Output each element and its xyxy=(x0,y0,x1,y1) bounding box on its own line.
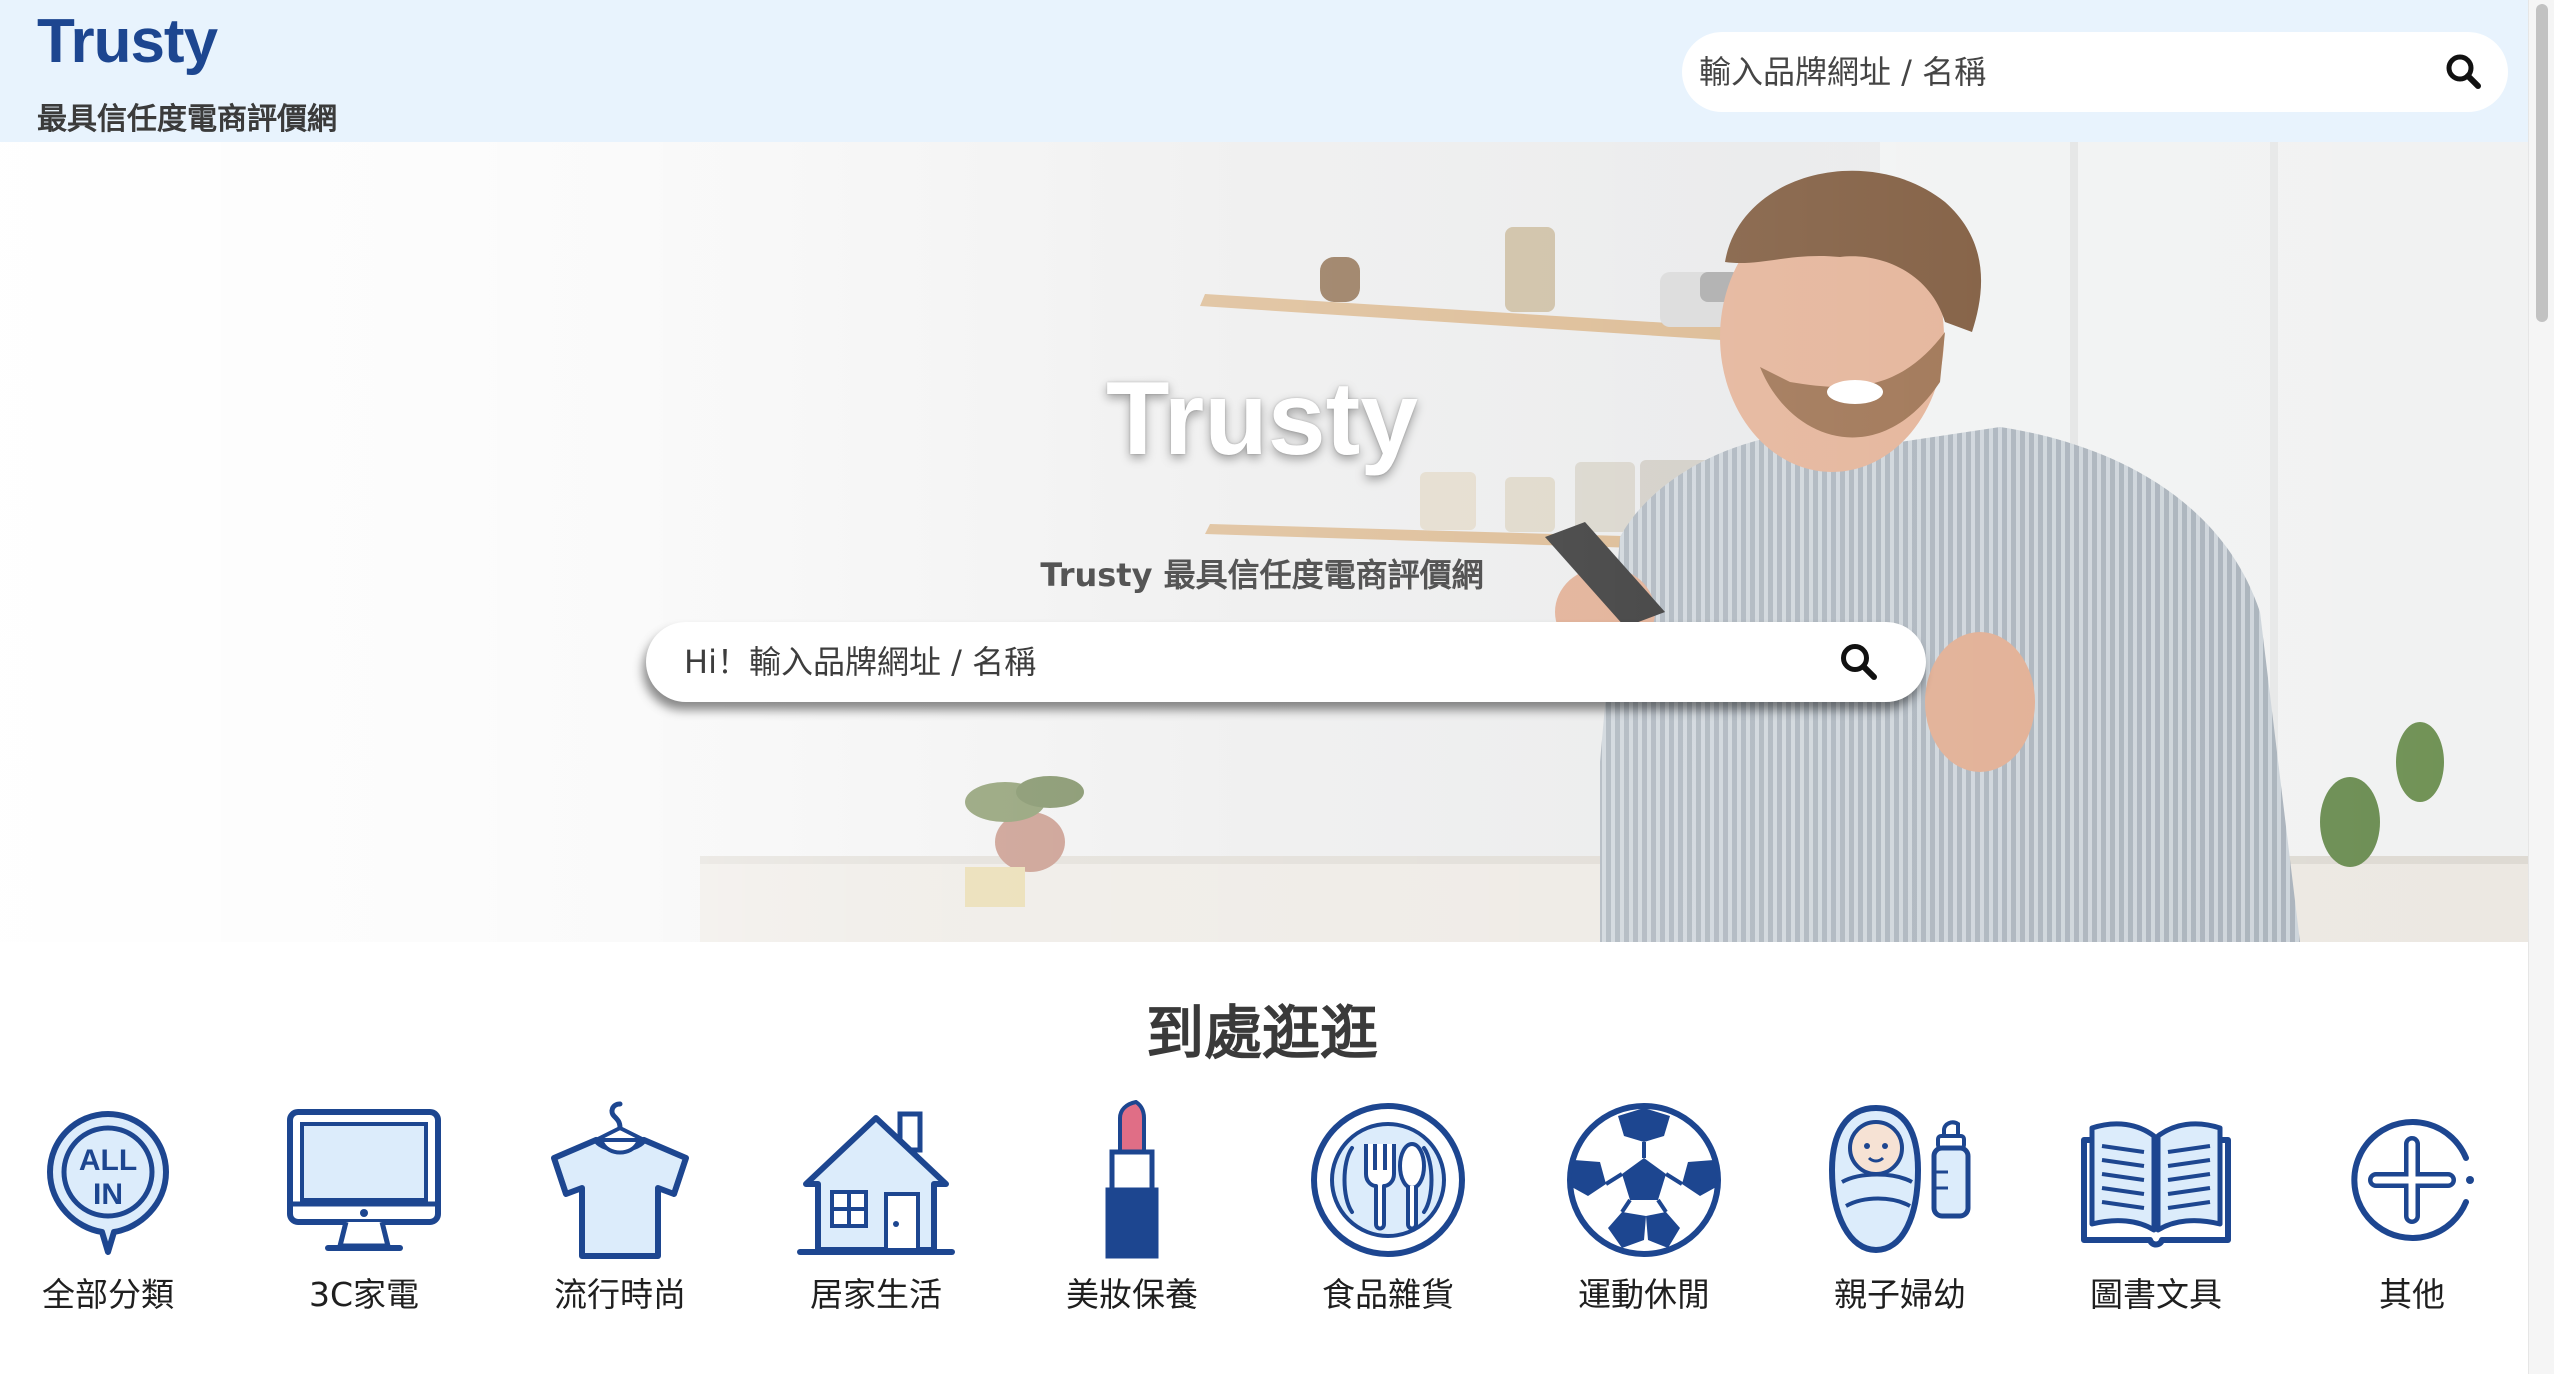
soccer-ball-icon xyxy=(1567,1103,1721,1257)
header-search-input[interactable] xyxy=(1699,32,2419,112)
tshirt-icon xyxy=(551,1101,689,1259)
category-label: 全部分類 xyxy=(42,1275,174,1314)
page: Trusty 最具信任度電商評價網 輸入品牌網址 / 名稱 Trusty Tru… xyxy=(0,0,2554,1374)
all-in-text-2: IN xyxy=(93,1178,123,1211)
monitor-icon xyxy=(287,1109,441,1251)
category-label: 其他 xyxy=(2379,1275,2445,1314)
all-in-icon: ALL IN xyxy=(47,1111,169,1255)
hero-banner: Trusty Trusty 最具信任度電商評價網 xyxy=(0,142,2528,942)
category-label: 流行時尚 xyxy=(554,1275,686,1314)
category-home[interactable]: 居家生活 xyxy=(781,1100,971,1320)
site-logo[interactable]: Trusty xyxy=(37,6,218,77)
category-other[interactable]: 其他 xyxy=(2317,1100,2507,1320)
categories-section-title: 到處逛逛 xyxy=(1145,999,1379,1067)
search-icon xyxy=(2446,54,2481,89)
fork-spoon-icon xyxy=(1311,1103,1465,1257)
category-label: 親子婦幼 xyxy=(1834,1275,1966,1314)
category-food[interactable]: 食品雜貨 xyxy=(1293,1100,1483,1320)
category-label: 3C家電 xyxy=(308,1275,420,1314)
hero-search-input[interactable] xyxy=(684,622,1804,702)
header-search-button[interactable] xyxy=(2442,50,2486,94)
hero-search-box xyxy=(646,622,1926,702)
header-search-box xyxy=(1682,32,2508,112)
house-icon xyxy=(797,1111,955,1255)
hero-search-button[interactable] xyxy=(1836,639,1882,685)
category-baby[interactable]: 親子婦幼 xyxy=(1805,1100,1995,1320)
category-sports[interactable]: 運動休閒 xyxy=(1549,1100,1739,1320)
category-3c[interactable]: 3C家電 xyxy=(269,1100,459,1320)
hero-background-image xyxy=(0,142,2528,942)
category-label: 美妝保養 xyxy=(1066,1275,1198,1314)
page-scrollbar[interactable] xyxy=(2528,0,2554,1374)
baby-bottle-icon xyxy=(1828,1104,1971,1254)
open-book-icon xyxy=(2081,1121,2231,1248)
site-tagline: 最具信任度電商評價網 xyxy=(37,102,337,137)
scrollbar-thumb[interactable] xyxy=(2536,4,2548,322)
category-fashion[interactable]: 流行時尚 xyxy=(525,1100,715,1320)
category-beauty[interactable]: 美妝保養 xyxy=(1037,1100,1227,1320)
category-label: 圖書文具 xyxy=(2090,1275,2222,1314)
category-all[interactable]: ALL IN 全部分類 xyxy=(13,1100,203,1320)
hero-subtitle: Trusty 最具信任度電商評價網 xyxy=(1040,556,1484,594)
lipstick-icon xyxy=(1105,1100,1159,1259)
category-label: 運動休閒 xyxy=(1578,1275,1710,1314)
all-in-text-1: ALL xyxy=(79,1144,137,1177)
top-header: Trusty 最具信任度電商評價網 xyxy=(0,0,2528,142)
plus-circle-icon xyxy=(2351,1119,2474,1241)
hero-title: Trusty xyxy=(1105,361,1419,477)
search-icon xyxy=(1841,644,1877,680)
category-label: 居家生活 xyxy=(810,1275,942,1314)
category-books[interactable]: 圖書文具 xyxy=(2061,1100,2251,1320)
category-label: 食品雜貨 xyxy=(1322,1275,1454,1314)
